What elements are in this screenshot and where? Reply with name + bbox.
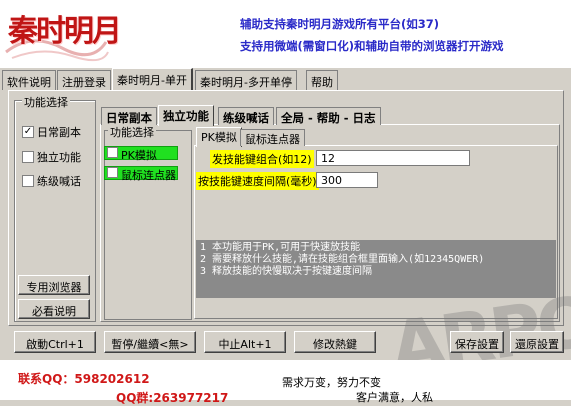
save-settings-button[interactable]: 保存設置 [450, 331, 504, 353]
tab-pk-simulation[interactable]: PK模拟 [196, 127, 242, 147]
checkbox-icon[interactable] [107, 147, 118, 158]
tab-register-login[interactable]: 注册登录 [57, 70, 111, 90]
sub-group-title: 功能选择 [108, 124, 156, 140]
tab-software-info[interactable]: 软件说明 [2, 70, 56, 90]
option-level-shout[interactable]: 练级喊话 [22, 173, 81, 189]
tab-global-help-log[interactable]: 全局 - 帮助 - 日志 [276, 107, 381, 125]
item-pk-simulation[interactable]: PK模拟 [104, 146, 178, 162]
qq-group: QQ群:263977217 [116, 391, 229, 405]
info-box: 1 本功能用于PK,可用于快速放技能 2 需要释放什么技能,请在技能组合框里面输… [196, 240, 556, 298]
browser-button[interactable]: 专用浏览器 [18, 275, 90, 295]
hotkey-button[interactable]: 修改熱鍵 [294, 331, 376, 353]
option-label: 日常副本 [37, 126, 81, 139]
tab-daily-dungeon[interactable]: 日常副本 [101, 107, 157, 125]
item-label: PK模拟 [121, 149, 157, 162]
stop-button[interactable]: 中止Alt+1 [204, 331, 286, 353]
info-line: 2 需要释放什么技能,请在技能组合框里面输入(如12345QWER) [200, 254, 485, 265]
info-line: 3 释放技能的快慢取决于按键速度间隔 [200, 266, 373, 277]
tab-mouse-clicker[interactable]: 鼠标连点器 [240, 129, 305, 146]
tab-single-open[interactable]: 秦时明月-单开 [112, 68, 193, 91]
combo-input[interactable]: 12 [316, 150, 470, 166]
banner-line-1: 辅助支持秦时明月游戏所有平台(如37) [240, 17, 440, 31]
tab-independent[interactable]: 独立功能 [158, 105, 214, 126]
combo-label: 发技能键组合(如12) [210, 150, 314, 168]
readme-button[interactable]: 必看说明 [18, 299, 90, 319]
item-label: 鼠标连点器 [121, 169, 176, 182]
checkbox-icon[interactable] [22, 151, 34, 163]
option-label: 练级喊话 [37, 175, 81, 188]
banner-line-2: 支持用微端(需窗口化)和辅助自带的浏览器打开游戏 [240, 39, 504, 53]
interval-label: 按技能键速度间隔(毫秒) [196, 172, 319, 190]
option-label: 独立功能 [37, 151, 81, 164]
checkbox-icon[interactable] [107, 167, 118, 178]
start-button[interactable]: 啟動Ctrl+1 [14, 331, 96, 353]
tab-help[interactable]: 帮助 [306, 70, 338, 90]
option-independent[interactable]: 独立功能 [22, 149, 81, 165]
pause-button[interactable]: 暫停/繼續<無> [104, 331, 196, 353]
interval-input[interactable]: 300 [316, 172, 378, 188]
contact-qq: 联系QQ：598202612 [18, 372, 150, 386]
item-mouse-clicker[interactable]: 鼠标连点器 [104, 166, 178, 182]
checkbox-icon[interactable] [22, 175, 34, 187]
logo-text: 秦时明月 [8, 14, 122, 49]
checkbox-checked-icon[interactable]: ✓ [22, 126, 34, 138]
info-line: 1 本功能用于PK,可用于快速放技能 [200, 242, 361, 253]
tab-multi-open[interactable]: 秦时明月-多开单停 [195, 70, 297, 90]
tab-level-shout[interactable]: 练级喊话 [218, 107, 274, 125]
slogan-1: 需求万变，努力不变 [282, 376, 381, 389]
left-group-title: 功能选择 [22, 94, 70, 110]
slogan-2: 客户满意，人私 [356, 391, 433, 404]
option-daily-dungeon[interactable]: ✓ 日常副本 [22, 124, 81, 140]
restore-settings-button[interactable]: 還原設置 [510, 331, 564, 353]
